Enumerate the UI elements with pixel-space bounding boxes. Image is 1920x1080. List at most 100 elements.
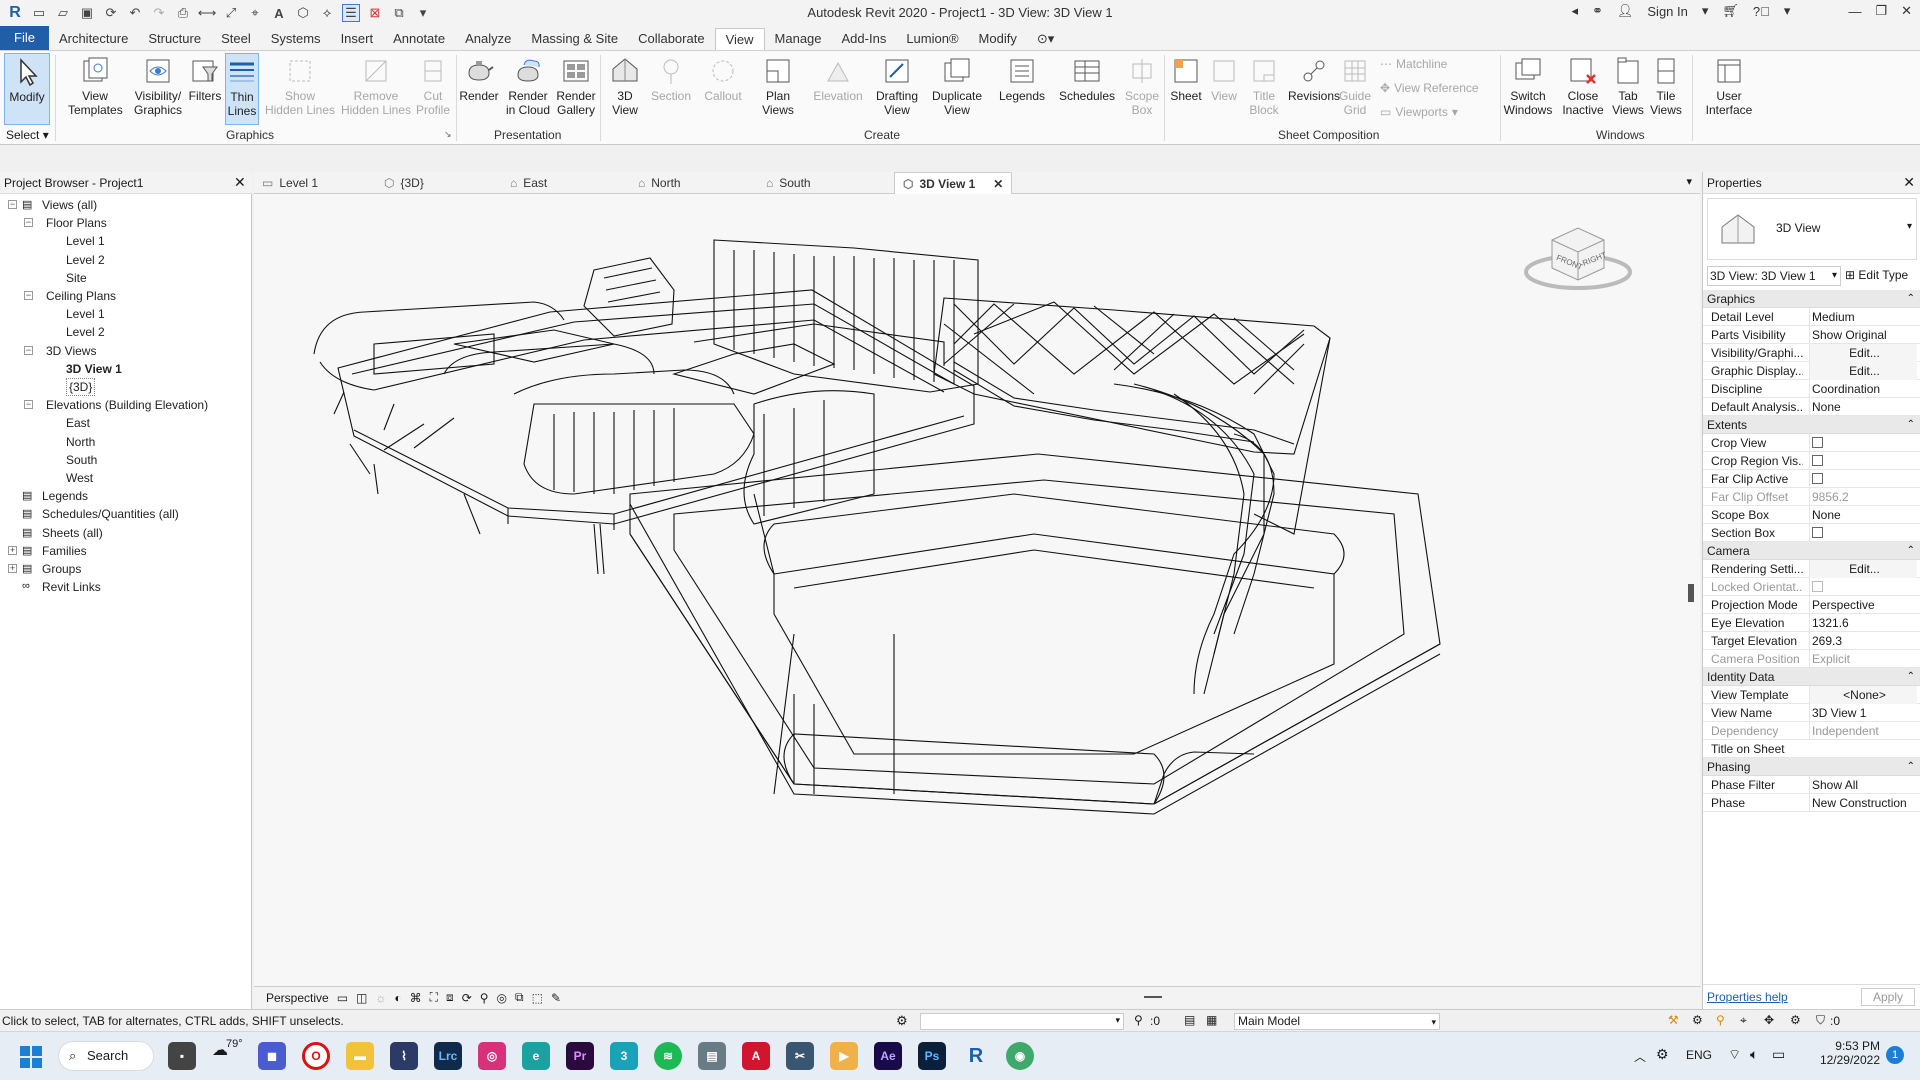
- taskbar-search[interactable]: ⌕ Search: [58, 1041, 154, 1071]
- checkbox[interactable]: [1812, 437, 1823, 449]
- ribbon-tab-architecture[interactable]: Architecture: [49, 28, 138, 50]
- tree-toggle-icon[interactable]: +: [8, 564, 17, 573]
- view-reference-button[interactable]: ✥ View Reference: [1380, 81, 1479, 95]
- edge-icon[interactable]: e: [522, 1042, 550, 1070]
- worksharing-icon[interactable]: ⧉: [515, 990, 524, 1005]
- property-group-header[interactable]: Phasing ⌃: [1703, 758, 1920, 776]
- tree-item[interactable]: Families: [42, 542, 87, 560]
- property-checkbox-cell[interactable]: [1809, 452, 1917, 470]
- weather-widget[interactable]: ☁ 79°: [212, 1038, 243, 1060]
- shadows-icon[interactable]: ◐: [394, 991, 401, 1005]
- language-indicator[interactable]: ENG: [1686, 1048, 1712, 1062]
- reveal-hidden-icon[interactable]: ◎: [497, 991, 507, 1005]
- property-value[interactable]: 3D View 1: [1809, 704, 1917, 722]
- select-dropdown[interactable]: Select ▾: [6, 128, 49, 142]
- revit-taskbar-icon[interactable]: R: [962, 1042, 990, 1070]
- viewports-dropdown[interactable]: ▭ Viewports ▾: [1380, 105, 1458, 119]
- render-button[interactable]: Render: [456, 53, 502, 103]
- tab-views-button[interactable]: Tab Views: [1608, 53, 1648, 117]
- view-tab[interactable]: ⌂ North: [638, 172, 681, 194]
- open-folder-icon[interactable]: ▱: [54, 4, 72, 22]
- tree-item[interactable]: Schedules/Quantities (all): [42, 505, 179, 523]
- elevation-button[interactable]: Elevation: [810, 53, 866, 103]
- save-icon[interactable]: ▣: [78, 4, 96, 22]
- thin-lines-icon[interactable]: ☰: [342, 4, 360, 22]
- title-block-button[interactable]: Title Block: [1242, 53, 1286, 117]
- property-group-header[interactable]: Graphics ⌃: [1703, 290, 1920, 308]
- tree-item[interactable]: North: [66, 433, 95, 451]
- tree-item[interactable]: Level 1: [66, 305, 105, 323]
- opera-icon[interactable]: O: [302, 1042, 330, 1070]
- property-group-header[interactable]: Extents ⌃: [1703, 416, 1920, 434]
- ribbon-tab-systems[interactable]: Systems: [261, 28, 331, 50]
- section-button[interactable]: Section: [648, 53, 694, 103]
- apply-button[interactable]: Apply: [1861, 988, 1915, 1006]
- view-tab[interactable]: ▭ Level 1: [262, 172, 318, 194]
- project-browser-close-icon[interactable]: ✕: [234, 174, 246, 191]
- design-options-icon-2[interactable]: ▦: [1206, 1013, 1217, 1027]
- property-value[interactable]: 1321.6: [1809, 614, 1917, 632]
- tree-toggle-icon[interactable]: −: [8, 200, 17, 209]
- property-value[interactable]: Medium: [1809, 308, 1917, 326]
- render-gallery-button[interactable]: Render Gallery: [552, 53, 600, 117]
- visibility-graphics-button[interactable]: Visibility/ Graphics: [130, 53, 186, 117]
- tree-item[interactable]: Site: [66, 269, 87, 287]
- tab-list-dropdown-icon[interactable]: ▾: [1686, 175, 1692, 188]
- tree-toggle-icon[interactable]: +: [8, 545, 17, 555]
- back-icon[interactable]: ◂: [1571, 3, 1578, 19]
- ribbon-tab-insert[interactable]: Insert: [331, 28, 384, 50]
- sun-path-icon[interactable]: ☼: [375, 991, 386, 1005]
- legends-button[interactable]: Legends: [994, 53, 1050, 103]
- show-hidden-lines-button[interactable]: Show Hidden Lines: [262, 53, 338, 117]
- ribbon-tab-steel[interactable]: Steel: [211, 28, 261, 50]
- autodesk-tray-icon[interactable]: ⚙: [1656, 1046, 1669, 1063]
- ribbon-tab-modify[interactable]: Modify: [969, 28, 1027, 50]
- photos-icon[interactable]: ⌇: [390, 1042, 418, 1070]
- print-icon[interactable]: ⎙: [174, 4, 192, 22]
- tree-toggle-icon[interactable]: −: [24, 218, 33, 228]
- property-group-header[interactable]: Camera ⌃: [1703, 542, 1920, 560]
- cart-icon[interactable]: 🛒︎: [1722, 3, 1739, 19]
- editable-only-icon[interactable]: ⚲: [1134, 1013, 1143, 1027]
- sign-in-link[interactable]: Sign In: [1647, 4, 1687, 19]
- ribbon-tab-view[interactable]: View: [714, 28, 765, 50]
- modify-button[interactable]: Modify: [4, 53, 50, 125]
- instance-selector[interactable]: 3D View: 3D View 1 ▾: [1707, 266, 1841, 286]
- scope-box-button[interactable]: Scope Box: [1120, 53, 1164, 117]
- tree-item[interactable]: Groups: [42, 560, 81, 578]
- minimize-button[interactable]: —: [1848, 4, 1861, 19]
- tag-icon[interactable]: ⌖: [246, 4, 264, 22]
- ribbon-tab-manage[interactable]: Manage: [765, 28, 832, 50]
- tree-item[interactable]: Legends: [42, 487, 88, 505]
- select-underlay-icon[interactable]: ⚙: [1692, 1013, 1703, 1027]
- close-button[interactable]: ✕: [1901, 3, 1912, 19]
- ribbon-tab-analyze[interactable]: Analyze: [455, 28, 521, 50]
- lightroom-classic-icon[interactable]: Lrc: [434, 1042, 462, 1070]
- spotify-icon[interactable]: ≋: [654, 1042, 682, 1070]
- user-interface-button[interactable]: User Interface: [1698, 53, 1760, 117]
- property-checkbox-cell[interactable]: [1809, 434, 1917, 452]
- property-value[interactable]: Perspective: [1809, 596, 1917, 614]
- view-tab[interactable]: ⌂ South: [766, 172, 811, 194]
- tree-item[interactable]: Floor Plans: [46, 214, 107, 232]
- show-hidden-icons[interactable]: ︿: [1634, 1048, 1646, 1065]
- revisions-button[interactable]: Revisions: [1286, 53, 1342, 103]
- render-in-cloud-button[interactable]: Render in Cloud: [504, 53, 552, 117]
- checkbox[interactable]: [1812, 527, 1823, 539]
- tree-item[interactable]: Level 2: [66, 251, 105, 269]
- contextual-tab-icon[interactable]: ⊙▾: [1027, 28, 1064, 50]
- tree-item[interactable]: Level 1: [66, 232, 105, 250]
- property-value[interactable]: New Construction: [1809, 794, 1917, 812]
- property-value[interactable]: Independent: [1809, 722, 1917, 740]
- tree-toggle-icon[interactable]: −: [24, 400, 33, 410]
- property-group-header[interactable]: Identity Data ⌃: [1703, 668, 1920, 686]
- property-checkbox-cell[interactable]: [1809, 470, 1917, 488]
- highlight-icon[interactable]: ⬚: [532, 991, 543, 1005]
- media-player-icon[interactable]: ▶: [830, 1042, 858, 1070]
- viewcube[interactable]: FRONT RIGHT: [1522, 212, 1634, 297]
- workset-dropdown[interactable]: ▾: [920, 1013, 1124, 1030]
- battery-icon[interactable]: ▭: [1772, 1046, 1785, 1063]
- sheet-button[interactable]: Sheet: [1166, 53, 1206, 103]
- help-icon[interactable]: ?⃝: [1753, 4, 1770, 19]
- customize-qat-icon[interactable]: ▾: [414, 4, 432, 22]
